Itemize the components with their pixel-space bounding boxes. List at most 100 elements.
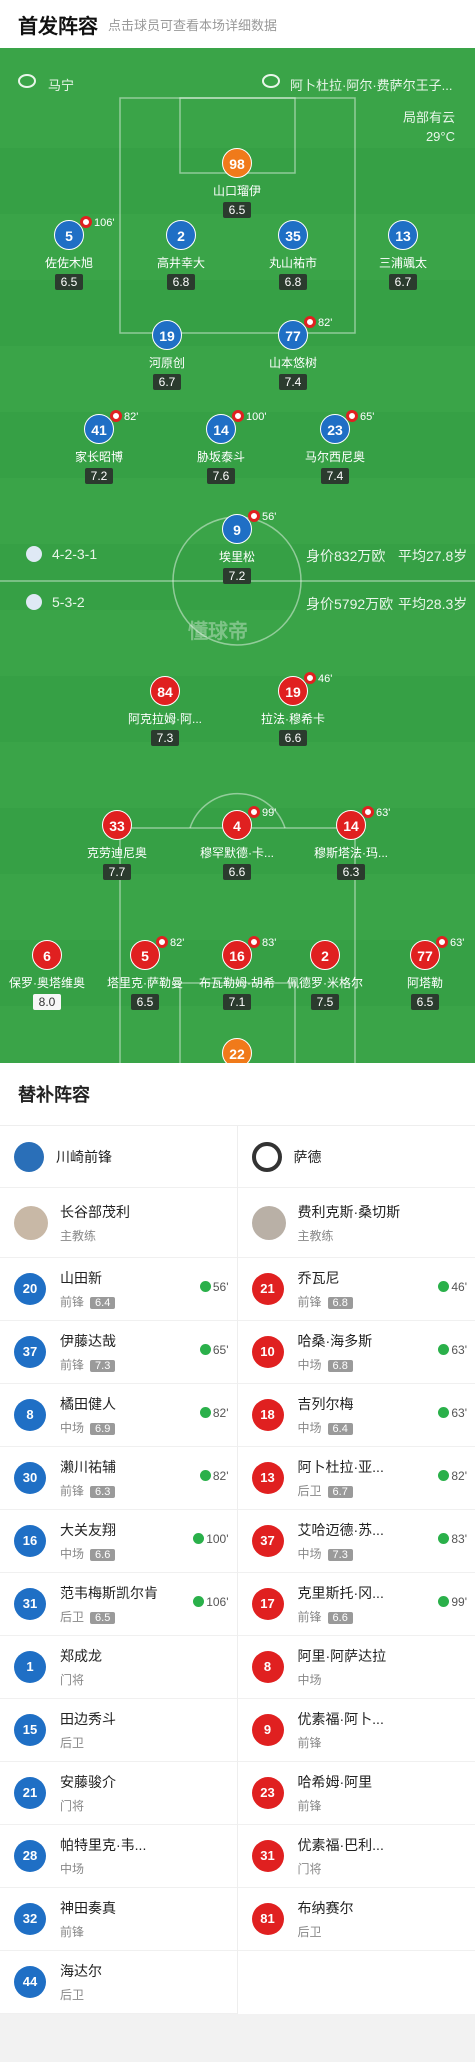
referee-name: 马宁 xyxy=(48,75,74,94)
sub-in-marker: 65' xyxy=(200,1343,229,1357)
sub-player-name: 伊藤达哉 xyxy=(60,1331,116,1351)
sub-player-row[interactable]: 28帕特里克·韦...中场 xyxy=(0,1825,237,1888)
sub-in-marker: 56' xyxy=(200,1280,229,1294)
stadium-name: 阿卜杜拉·阿尔·费萨尔王子... xyxy=(290,75,453,94)
sub-minute: 99' xyxy=(262,807,276,819)
sub-out-icon xyxy=(156,936,168,948)
sub-in-icon xyxy=(438,1344,449,1355)
sub-player-rating: 6.8 xyxy=(328,1297,353,1309)
home-player[interactable]: 2365'马尔西尼奥7.4 xyxy=(280,414,390,485)
sub-player-name: 吉列尔梅 xyxy=(298,1394,354,1414)
sub-in-marker: 63' xyxy=(438,1406,467,1420)
away-player[interactable]: 1463'穆斯塔法·玛...6.3 xyxy=(296,810,406,881)
sub-player-row[interactable]: 30濑川祐辅前锋6.382' xyxy=(0,1447,237,1510)
sub-out-marker: 63' xyxy=(362,806,390,819)
sub-player-number: 15 xyxy=(14,1714,46,1746)
sub-player-row[interactable]: 18吉列尔梅中场6.463' xyxy=(238,1384,475,1447)
sub-player-row[interactable]: 37艾哈迈德·苏...中场7.383' xyxy=(238,1510,475,1573)
sub-player-row[interactable]: 8阿里·阿萨达拉中场 xyxy=(238,1636,475,1699)
away-formation: 5-3-2 xyxy=(52,594,85,610)
sub-player-row[interactable]: 23哈希姆·阿里前锋 xyxy=(238,1762,475,1825)
away-coach[interactable]: 费利克斯·桑切斯 主教练 xyxy=(238,1188,475,1258)
away-player[interactable]: 1946'拉法·穆希卡6.6 xyxy=(238,676,348,747)
away-player[interactable]: 6保罗·奥塔维奥8.0 xyxy=(0,940,102,1011)
sub-out-marker: 106' xyxy=(80,216,114,229)
sub-player-row[interactable]: 1郑成龙门将 xyxy=(0,1636,237,1699)
home-player[interactable]: 2高井幸大6.8 xyxy=(126,220,236,291)
sub-out-marker: 65' xyxy=(346,410,374,423)
sub-player-row[interactable]: 15田边秀斗后卫 xyxy=(0,1699,237,1762)
sub-player-name: 大关友翔 xyxy=(60,1520,116,1540)
stadium-icon xyxy=(262,74,280,88)
sub-player-row[interactable]: 8橘田健人中场6.982' xyxy=(0,1384,237,1447)
sub-in-icon xyxy=(193,1533,204,1544)
player-name: 马尔西尼奥 xyxy=(280,448,390,465)
sub-player-number: 32 xyxy=(14,1903,46,1935)
home-team-line: 马宁 阿卜杜拉·阿尔·费萨尔王子... xyxy=(0,68,475,98)
sub-player-position: 后卫 xyxy=(298,1484,322,1498)
sub-in-icon xyxy=(200,1470,211,1481)
sub-player-row[interactable]: 9优素福·阿卜...前锋 xyxy=(238,1699,475,1762)
sub-player-row[interactable]: 44海达尔后卫 xyxy=(0,1951,237,2014)
sub-in-marker: 83' xyxy=(438,1532,467,1546)
sub-player-position: 中场 xyxy=(60,1862,84,1876)
sub-in-minute: 46' xyxy=(451,1280,467,1294)
sub-player-row[interactable]: 21安藤骏介门将 xyxy=(0,1762,237,1825)
away-team-header[interactable]: 萨德 xyxy=(238,1126,475,1188)
sub-player-row[interactable]: 21乔瓦尼前锋6.846' xyxy=(238,1258,475,1321)
player-number: 35 xyxy=(278,220,308,250)
sub-out-icon xyxy=(436,936,448,948)
home-team-header[interactable]: 川崎前锋 xyxy=(0,1126,237,1188)
sub-player-name: 山田新 xyxy=(60,1268,115,1288)
sub-in-minute: 83' xyxy=(451,1532,467,1546)
away-player[interactable]: 33克劳迪尼奥7.7 xyxy=(62,810,172,881)
sub-player-position: 中场 xyxy=(298,1358,322,1372)
home-coach[interactable]: 长谷部茂利 主教练 xyxy=(0,1188,237,1258)
sub-player-row[interactable]: 32神田奏真前锋 xyxy=(0,1888,237,1951)
home-player[interactable]: 14100'胁坂泰斗7.6 xyxy=(166,414,276,485)
sub-player-row[interactable]: 31优素福·巴利...门将 xyxy=(238,1825,475,1888)
player-number: 2 xyxy=(166,220,196,250)
sub-player-row[interactable]: 10哈桑·海多斯中场6.863' xyxy=(238,1321,475,1384)
sub-player-number: 21 xyxy=(252,1273,284,1305)
sub-player-name: 海达尔 xyxy=(60,1961,102,1981)
sub-player-number: 1 xyxy=(14,1651,46,1683)
sub-player-row[interactable]: 16大关友翔中场6.6100' xyxy=(0,1510,237,1573)
home-player[interactable]: 19河原创6.7 xyxy=(112,320,222,391)
home-player[interactable]: 35丸山祐市6.8 xyxy=(238,220,348,291)
home-player[interactable]: 98山口瑠伊6.5 xyxy=(182,148,292,219)
sub-in-minute: 106' xyxy=(206,1595,228,1609)
home-player[interactable]: 5106'佐佐木旭6.5 xyxy=(14,220,124,291)
home-player[interactable]: 956'埃里松7.2 xyxy=(182,514,292,585)
away-player[interactable]: 22玛莎姆·巴沙姆6.5 xyxy=(182,1038,292,1063)
away-age: 平均28.3岁 xyxy=(398,594,467,614)
away-value: 身价5792万欧 xyxy=(306,594,393,614)
away-player[interactable]: 499'穆罕默德·卡...6.6 xyxy=(182,810,292,881)
sub-player-row[interactable]: 20山田新前锋6.456' xyxy=(0,1258,237,1321)
sub-player-number: 8 xyxy=(252,1651,284,1683)
sub-player-row[interactable]: 13阿卜杜拉·亚...后卫6.782' xyxy=(238,1447,475,1510)
player-rating: 7.4 xyxy=(321,468,350,484)
home-player[interactable]: 7782'山本悠树7.4 xyxy=(238,320,348,391)
away-player[interactable]: 84阿克拉姆·阿...7.3 xyxy=(110,676,220,747)
sub-in-icon xyxy=(438,1533,449,1544)
home-player[interactable]: 13三浦颯太6.7 xyxy=(348,220,458,291)
home-value: 身价832万欧 xyxy=(306,546,385,566)
player-name: 高井幸大 xyxy=(126,254,236,271)
player-number: 84 xyxy=(150,676,180,706)
coach-role: 主教练 xyxy=(298,1227,401,1244)
sub-player-row[interactable]: 81布纳赛尔后卫 xyxy=(238,1888,475,1951)
player-rating: 6.5 xyxy=(411,994,440,1010)
player-name: 胁坂泰斗 xyxy=(166,448,276,465)
player-rating: 7.1 xyxy=(223,994,252,1010)
sub-player-row[interactable]: 17克里斯托·冈...前锋6.699' xyxy=(238,1573,475,1636)
away-player[interactable]: 7763'阿塔勒6.5 xyxy=(370,940,475,1011)
player-number: 6 xyxy=(32,940,62,970)
sub-player-row[interactable]: 31范韦梅斯凯尔肯后卫6.5106' xyxy=(0,1573,237,1636)
sub-player-rating: 6.3 xyxy=(90,1486,115,1498)
home-player[interactable]: 4182'家长昭博7.2 xyxy=(44,414,154,485)
sub-in-minute: 65' xyxy=(213,1343,229,1357)
away-player[interactable]: 2佩德罗·米格尔7.5 xyxy=(270,940,380,1011)
sub-player-row[interactable]: 37伊藤达哉前锋7.365' xyxy=(0,1321,237,1384)
sub-player-position: 前锋 xyxy=(60,1358,84,1372)
